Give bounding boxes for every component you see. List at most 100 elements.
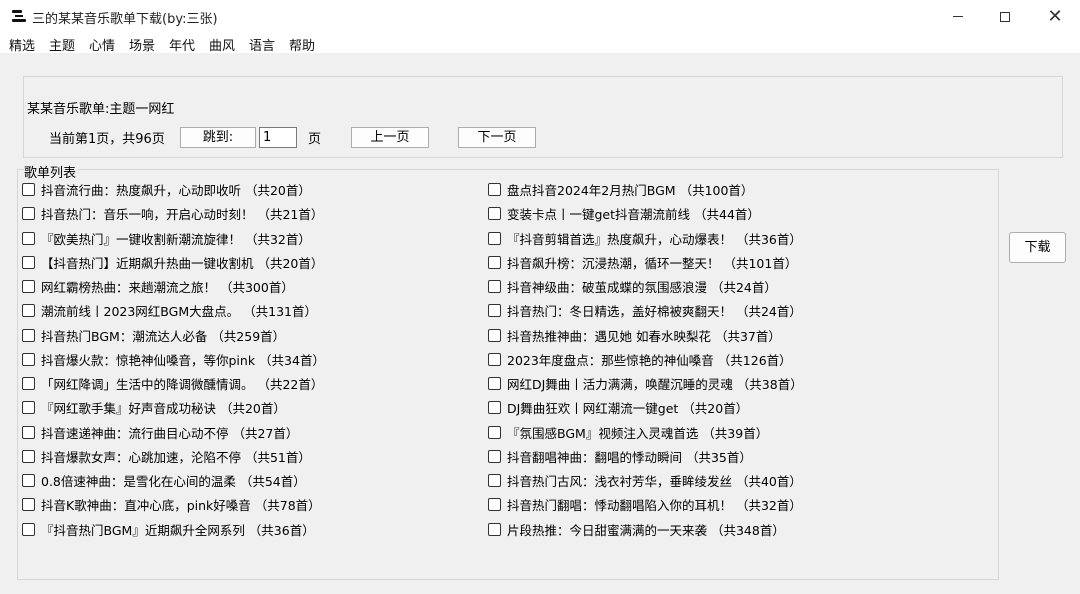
menu-item-picks[interactable]: 精选	[9, 35, 35, 54]
maximize-icon	[1000, 11, 1010, 22]
menu-item-help[interactable]: 帮助	[289, 35, 315, 54]
checkbox[interactable]	[22, 255, 35, 269]
playlist-label: 抖音热推神曲：遇见她 如春水映梨花 （共37首）	[507, 328, 781, 344]
playlist-item[interactable]: 变装卡点丨一键get抖音潮流前线 （共44首）	[488, 203, 760, 223]
playlist-label: 0.8倍速神曲：是雪化在心间的温柔 （共54首）	[41, 473, 306, 489]
checkbox[interactable]	[22, 182, 35, 196]
checkbox[interactable]	[22, 206, 35, 220]
playlist-item[interactable]: 抖音热门：冬日精选，盖好棉被爽翻天！ （共24首）	[488, 300, 802, 320]
maximize-button[interactable]	[982, 0, 1028, 33]
minimize-button[interactable]	[935, 0, 981, 33]
checkbox[interactable]	[22, 279, 35, 293]
playlist-label: 2023年度盘点：那些惊艳的神仙嗓音 （共126首）	[507, 352, 792, 368]
page-unit-label: 页	[308, 132, 322, 147]
checkbox[interactable]	[22, 425, 35, 439]
playlist-item[interactable]: 『网红歌手集』好声音成功秘诀 （共20首）	[22, 397, 286, 417]
close-button[interactable]: ✕	[1032, 0, 1078, 33]
menu-item-mood[interactable]: 心情	[89, 35, 115, 54]
checkbox[interactable]	[488, 473, 501, 487]
menu-item-era[interactable]: 年代	[169, 35, 195, 54]
playlist-label: 抖音流行曲：热度飙升，心动即收听 （共20首）	[41, 182, 311, 198]
checkbox[interactable]	[488, 425, 501, 439]
pagination-panel: 某某音乐歌单:主题一网红 当前第1页，共96页 跳到: 页 上一页 下一页	[23, 76, 1063, 158]
playlist-item[interactable]: 抖音热门翻唱：悸动翻唱陷入你的耳机！ （共32首）	[488, 494, 802, 514]
playlist-item[interactable]: 网红霸榜热曲：来趟潮流之旅！ （共300首）	[22, 276, 294, 296]
checkbox[interactable]	[22, 400, 35, 414]
page-number-input[interactable]	[259, 127, 297, 148]
playlist-item[interactable]: 抖音神级曲：破茧成蝶的氛围感浪漫 （共24首）	[488, 276, 777, 296]
playlist-label: 抖音神级曲：破茧成蝶的氛围感浪漫 （共24首）	[507, 279, 777, 295]
playlist-label: 变装卡点丨一键get抖音潮流前线 （共44首）	[507, 206, 760, 222]
playlist-item[interactable]: DJ舞曲狂欢丨网红潮流一键get （共20首）	[488, 397, 748, 417]
playlist-item[interactable]: 抖音速递神曲：流行曲目心动不停 （共27首）	[22, 422, 298, 442]
checkbox[interactable]	[488, 352, 501, 366]
playlist-item[interactable]: 「网红降调」生活中的降调微醺情调。 （共22首）	[22, 373, 323, 393]
playlist-section-label: 歌单列表	[24, 162, 79, 181]
checkbox[interactable]	[488, 497, 501, 511]
playlist-item[interactable]: 片段热推：今日甜蜜满满的一天来袭 （共348首）	[488, 519, 785, 539]
playlist-item[interactable]: 『氛围感BGM』视频注入灵魂首选 （共39首）	[488, 422, 768, 442]
checkbox[interactable]	[488, 206, 501, 220]
playlist-label: 潮流前线丨2023网红BGM大盘点。 （共131首）	[41, 303, 317, 319]
playlist-item[interactable]: 抖音热推神曲：遇见她 如春水映梨花 （共37首）	[488, 325, 781, 345]
checkbox[interactable]	[488, 255, 501, 269]
menu-item-scene[interactable]: 场景	[129, 35, 155, 54]
download-button[interactable]: 下载	[1009, 232, 1066, 263]
checkbox[interactable]	[488, 522, 501, 536]
menu-item-language[interactable]: 语言	[249, 35, 275, 54]
checkbox[interactable]	[488, 279, 501, 293]
checkbox[interactable]	[22, 352, 35, 366]
playlist-label: 抖音热门：冬日精选，盖好棉被爽翻天！ （共24首）	[507, 303, 802, 319]
playlist-item[interactable]: 0.8倍速神曲：是雪化在心间的温柔 （共54首）	[22, 470, 306, 490]
checkbox[interactable]	[22, 376, 35, 390]
checkbox[interactable]	[488, 303, 501, 317]
checkbox[interactable]	[22, 231, 35, 245]
playlist-category-title: 某某音乐歌单:主题一网红	[27, 102, 175, 117]
playlist-label: 『抖音剪辑首选』热度飙升，心动爆表！ （共36首）	[507, 231, 802, 247]
prev-page-button[interactable]: 上一页	[351, 127, 429, 148]
playlist-label: 网红DJ舞曲丨活力满满，唤醒沉睡的灵魂 （共38首）	[507, 376, 803, 392]
playlist-item[interactable]: 网红DJ舞曲丨活力满满，唤醒沉睡的灵魂 （共38首）	[488, 373, 803, 393]
playlist-item[interactable]: 潮流前线丨2023网红BGM大盘点。 （共131首）	[22, 300, 317, 320]
app-logo-icon	[12, 9, 28, 23]
playlist-item[interactable]: 抖音爆火款：惊艳神仙嗓音，等你pink （共34首）	[22, 349, 325, 369]
checkbox[interactable]	[22, 473, 35, 487]
playlist-item[interactable]: 抖音热门：音乐一响，开启心动时刻！ （共21首）	[22, 203, 323, 223]
jump-button[interactable]: 跳到:	[180, 127, 256, 148]
menu-item-theme[interactable]: 主题	[49, 35, 75, 54]
checkbox[interactable]	[22, 328, 35, 342]
playlist-label: 抖音爆火款：惊艳神仙嗓音，等你pink （共34首）	[41, 352, 325, 368]
playlist-item[interactable]: 抖音热门古风：浅衣衬芳华，垂眸绫发丝 （共40首）	[488, 470, 802, 490]
playlist-label: 抖音热门BGM：潮流达人必备 （共259首）	[41, 328, 286, 344]
playlist-item[interactable]: 抖音飙升榜：沉浸热潮，循环一整天！ （共101首）	[488, 252, 797, 272]
checkbox[interactable]	[22, 449, 35, 463]
playlist-item[interactable]: 2023年度盘点：那些惊艳的神仙嗓音 （共126首）	[488, 349, 792, 369]
checkbox[interactable]	[22, 522, 35, 536]
playlist-label: 抖音速递神曲：流行曲目心动不停 （共27首）	[41, 425, 299, 441]
checkbox[interactable]	[488, 376, 501, 390]
playlist-item[interactable]: 抖音爆款女声：心跳加速，沦陷不停 （共51首）	[22, 446, 311, 466]
checkbox[interactable]	[22, 303, 35, 317]
playlist-item[interactable]: 『抖音热门BGM』近期飙升全网系列 （共36首）	[22, 519, 315, 539]
playlist-item[interactable]: 『欧美热门』一键收割新潮流旋律！ （共32首）	[22, 228, 311, 248]
playlist-item[interactable]: 抖音K歌神曲：直冲心底，pink好嗓音 （共78首）	[22, 494, 321, 514]
playlist-item[interactable]: 抖音翻唱神曲：翻唱的悸动瞬间 （共35首）	[488, 446, 752, 466]
checkbox[interactable]	[488, 182, 501, 196]
checkbox[interactable]	[488, 449, 501, 463]
playlist-item[interactable]: 抖音流行曲：热度飙升，心动即收听 （共20首）	[22, 179, 311, 199]
checkbox[interactable]	[488, 231, 501, 245]
playlist-label: 「网红降调」生活中的降调微醺情调。 （共22首）	[41, 376, 324, 392]
playlist-item[interactable]: 抖音热门BGM：潮流达人必备 （共259首）	[22, 325, 285, 345]
checkbox[interactable]	[488, 400, 501, 414]
page-status: 当前第1页，共96页	[49, 132, 165, 147]
playlist-label: DJ舞曲狂欢丨网红潮流一键get （共20首）	[507, 400, 749, 416]
checkbox[interactable]	[22, 497, 35, 511]
playlist-label: 抖音翻唱神曲：翻唱的悸动瞬间 （共35首）	[507, 449, 752, 465]
playlist-item[interactable]: 【抖音热门】近期飙升热曲一键收割机 （共20首）	[22, 252, 323, 272]
playlist-label: 抖音热门古风：浅衣衬芳华，垂眸绫发丝 （共40首）	[507, 473, 802, 489]
playlist-item[interactable]: 盘点抖音2024年2月热门BGM （共100首）	[488, 179, 753, 199]
menu-item-genre[interactable]: 曲风	[209, 35, 235, 54]
next-page-button[interactable]: 下一页	[458, 127, 536, 148]
checkbox[interactable]	[488, 328, 501, 342]
playlist-item[interactable]: 『抖音剪辑首选』热度飙升，心动爆表！ （共36首）	[488, 228, 802, 248]
